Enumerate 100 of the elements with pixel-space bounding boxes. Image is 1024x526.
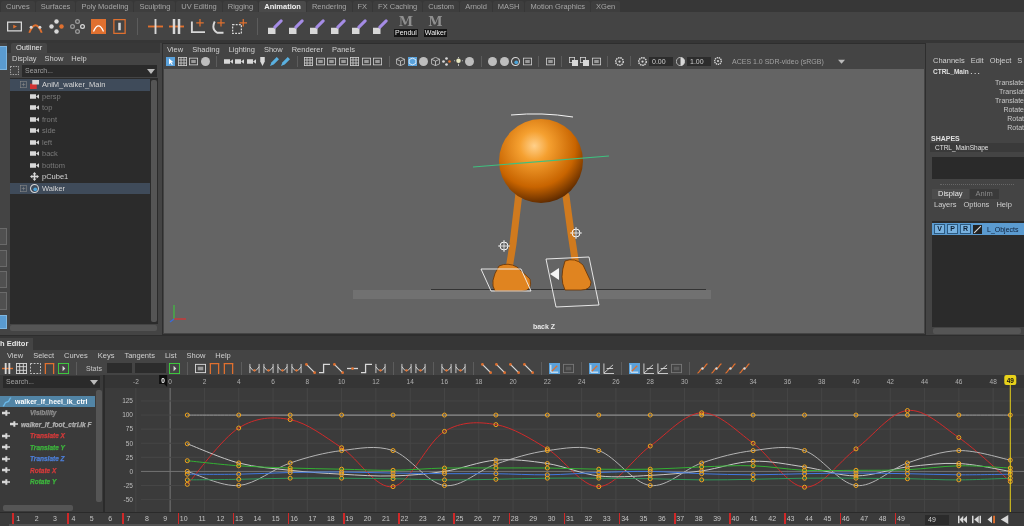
pin-icon[interactable] [258, 56, 267, 66]
grid-icon[interactable] [177, 56, 187, 66]
dots-icon[interactable] [442, 56, 451, 66]
stats-field[interactable] [134, 363, 166, 373]
camera-icon[interactable] [246, 56, 256, 66]
keyframe-point[interactable] [596, 470, 602, 476]
tangent-icon[interactable] [262, 362, 274, 374]
keyframe-point[interactable] [956, 448, 962, 454]
keyframe-point[interactable] [184, 468, 190, 474]
foot-control[interactable] [545, 256, 600, 308]
axes-icon[interactable] [656, 362, 668, 374]
tangent-icon[interactable] [374, 362, 386, 374]
ring-icon[interactable] [30, 183, 39, 193]
scrollbar[interactable] [151, 80, 157, 322]
keyframe-point[interactable] [184, 477, 190, 483]
axis-key-icon[interactable] [190, 18, 205, 34]
camera-icon[interactable] [30, 137, 39, 147]
keyframe-point[interactable] [1007, 412, 1013, 418]
tangent-icon[interactable] [276, 362, 288, 374]
keyframe-point[interactable] [442, 483, 447, 488]
ring-icon[interactable] [511, 56, 520, 66]
keyframe-point[interactable] [802, 471, 808, 477]
sphere-icon[interactable] [419, 56, 428, 66]
keyframe-point[interactable] [390, 476, 396, 482]
keyframe-point[interactable] [442, 477, 447, 483]
keyframe-point[interactable] [184, 471, 190, 477]
dots-icon[interactable] [49, 18, 64, 34]
film-icon[interactable] [7, 18, 22, 34]
cross-icon[interactable] [148, 18, 163, 34]
scrollbar[interactable] [933, 328, 1021, 334]
camera-icon[interactable] [223, 56, 233, 66]
keyframe-point[interactable] [1007, 468, 1013, 474]
keyframe-point[interactable] [236, 425, 242, 431]
foot-control[interactable] [480, 268, 532, 292]
keyframe-point[interactable] [750, 472, 756, 478]
graph-tile-icon[interactable] [548, 362, 560, 374]
keyframe-point[interactable] [853, 446, 859, 452]
diagonal-line-icon[interactable] [494, 362, 506, 374]
animation-curve[interactable] [186, 477, 1011, 481]
keyframe-point[interactable] [339, 466, 345, 472]
keyframe-point[interactable] [236, 412, 242, 418]
control-curve[interactable] [510, 113, 574, 118]
camera-icon[interactable] [235, 56, 244, 66]
keyframe-point[interactable] [236, 476, 242, 482]
circles-icon[interactable] [70, 18, 85, 34]
keyframe-point[interactable] [802, 464, 808, 470]
link-icon[interactable] [373, 18, 388, 34]
keyframe-point[interactable] [699, 464, 705, 470]
gear-icon[interactable] [713, 57, 722, 65]
bracket-icon[interactable] [44, 362, 55, 374]
tangent-icon[interactable] [290, 362, 302, 374]
animation-curve[interactable] [186, 443, 1011, 478]
toggle-icon[interactable] [58, 362, 69, 374]
keyframe-point[interactable] [853, 412, 859, 418]
locator-marker[interactable] [497, 239, 511, 253]
plug-icon[interactable] [10, 420, 18, 429]
keyframe-point[interactable] [442, 465, 447, 471]
keyframe-point[interactable] [647, 472, 653, 478]
bars-icon[interactable] [169, 18, 184, 34]
keyframe-point[interactable] [802, 467, 808, 473]
swatch-icon[interactable] [973, 224, 982, 234]
keyframe-point[interactable] [904, 476, 910, 482]
keyframe-point[interactable] [493, 471, 499, 477]
keyframe-point[interactable] [442, 428, 447, 434]
keyframe-point[interactable] [236, 483, 242, 488]
graph-tile-icon[interactable] [588, 362, 600, 374]
diagonal-line-icon[interactable] [508, 362, 520, 374]
tangent-icon[interactable] [414, 362, 426, 374]
keyframe-point[interactable] [956, 435, 962, 441]
bracket-icon[interactable] [208, 362, 220, 374]
diagonal-line-icon[interactable] [304, 362, 316, 374]
keyframe-point[interactable] [390, 448, 396, 454]
keyframe-point[interactable] [647, 443, 653, 449]
keyframe-point[interactable] [904, 460, 910, 466]
keyframe-point[interactable] [1007, 465, 1013, 471]
keyframe-point[interactable] [904, 467, 910, 473]
keyframe-point[interactable] [493, 461, 499, 467]
keyframe-point[interactable] [544, 412, 550, 418]
step-back-icon[interactable] [972, 515, 981, 524]
key-box-icon[interactable] [112, 18, 127, 34]
camera-icon[interactable] [30, 149, 39, 159]
keyframe-point[interactable] [699, 471, 705, 477]
keyframe-point[interactable] [904, 408, 910, 414]
plug-icon[interactable] [2, 454, 10, 463]
keyframe-point[interactable] [184, 458, 190, 464]
gear-icon[interactable] [637, 56, 647, 66]
keyframe-point[interactable] [544, 465, 550, 471]
keyframe-point[interactable] [339, 475, 345, 481]
keyframe-point[interactable] [802, 412, 808, 418]
tangent-icon[interactable] [400, 362, 412, 374]
keyframe-point[interactable] [904, 464, 910, 470]
scrollbar[interactable] [96, 390, 102, 502]
grid-icon[interactable] [350, 56, 359, 66]
tangent-icon[interactable] [440, 362, 452, 374]
link-icon[interactable] [352, 18, 367, 34]
selected-control-curve[interactable] [472, 155, 610, 168]
caret-icon[interactable] [145, 64, 157, 77]
keyframe-point[interactable] [596, 484, 602, 490]
diagonal-line-icon[interactable] [522, 362, 534, 374]
keyframe-point[interactable] [390, 467, 396, 473]
